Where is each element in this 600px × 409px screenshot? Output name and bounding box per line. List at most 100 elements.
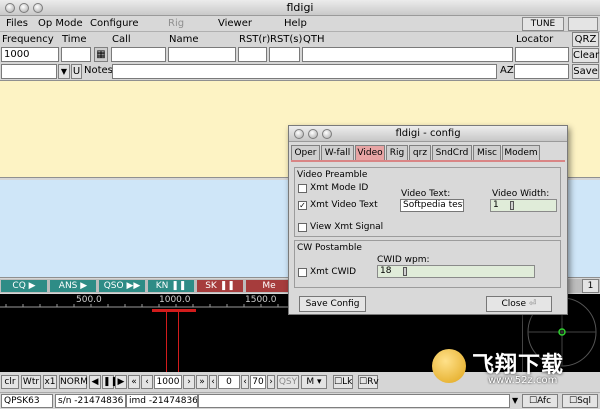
rewind-button[interactable]: ◀ (89, 375, 101, 389)
chevron-right-icon: › (269, 377, 273, 387)
frequency-field[interactable]: 1000 (1, 47, 59, 62)
call-field[interactable] (111, 47, 166, 62)
menu-files[interactable]: Files (6, 16, 28, 32)
xmt-video-text-checkbox[interactable]: ✓ (298, 201, 307, 210)
u-button[interactable]: U (71, 64, 82, 79)
tab-video[interactable]: Video (355, 145, 385, 160)
video-width-slider[interactable]: 1 (490, 199, 557, 212)
save-config-button[interactable]: Save Config (299, 296, 366, 312)
return-icon: ⏎ (528, 299, 537, 309)
double-left-icon: « (131, 377, 137, 387)
time-label: Time (62, 34, 87, 45)
time-field[interactable] (61, 47, 91, 62)
locator-field[interactable] (515, 47, 569, 62)
menu-help[interactable]: Help (284, 16, 307, 32)
dialog-close-icon[interactable] (294, 129, 304, 139)
zoom-x1-button[interactable]: x1 (43, 375, 57, 389)
offset-field[interactable]: 0 (218, 375, 240, 389)
xmt-mode-id-checkbox[interactable] (298, 184, 307, 193)
dialog-minimize-icon[interactable] (308, 129, 318, 139)
name-field[interactable] (168, 47, 236, 62)
level-field[interactable]: 70 (250, 375, 266, 389)
qth-field[interactable] (302, 47, 513, 62)
waterfall-mode-button[interactable]: Wtr (21, 375, 41, 389)
xmt-cwid-checkbox[interactable] (298, 268, 307, 277)
rst-r-field[interactable] (238, 47, 267, 62)
chevron-left-icon: ‹ (243, 377, 247, 387)
save-button[interactable]: Save (572, 64, 599, 79)
az-field[interactable] (514, 64, 569, 79)
tab-w-fall[interactable]: W-fall (321, 145, 354, 160)
macro-cq-button[interactable]: CQ ▶ (1, 280, 47, 292)
speed-norm-button[interactable]: NORM (59, 375, 88, 389)
mode-status[interactable]: QPSK63 (1, 394, 53, 408)
macro-page-button[interactable]: 1 (582, 279, 599, 293)
view-xmt-signal-checkbox[interactable] (298, 223, 307, 232)
tune-button[interactable]: TUNE (522, 17, 564, 31)
forward-button[interactable]: ▶ (115, 375, 127, 389)
afc-toggle[interactable]: ☐Afc (522, 394, 558, 408)
tab-oper[interactable]: Oper (291, 145, 320, 160)
tab-sndcrd[interactable]: SndCrd (432, 145, 472, 160)
tab-modem[interactable]: Modem (502, 145, 540, 160)
scale-label-500: 500.0 (76, 295, 102, 305)
macro-sk-button[interactable]: SK ❚❚ (197, 280, 243, 292)
frequency-label: Frequency (2, 34, 54, 45)
memory-button[interactable]: M ▾ (301, 375, 327, 389)
menu-configure[interactable]: Configure (90, 16, 138, 32)
offset-down-button[interactable]: ‹ (209, 375, 217, 389)
time-lock-button[interactable]: ▦ (94, 47, 108, 62)
cwid-wpm-value: 18 (380, 266, 392, 276)
video-width-value: 1 (493, 200, 499, 210)
notes-label: Notes (84, 65, 113, 76)
video-text-field[interactable]: Softpedia test (400, 199, 464, 212)
scale-label-1000: 1000.0 (159, 295, 191, 305)
sql-toggle[interactable]: ☐Sql (562, 394, 598, 408)
level-down-button[interactable]: ‹ (241, 375, 249, 389)
combo-dropdown-button[interactable]: ▼ (58, 64, 70, 79)
locator-label: Locator (516, 34, 554, 45)
freq-fast-down-button[interactable]: « (128, 375, 140, 389)
close-config-button[interactable]: Close ⏎ (486, 296, 552, 312)
menu-op-mode[interactable]: Op Mode (38, 16, 83, 32)
lock-toggle[interactable]: ☐Lk (333, 375, 353, 389)
notes-field[interactable] (112, 64, 497, 79)
reverse-toggle[interactable]: ☐Rv (358, 375, 379, 389)
dialog-zoom-icon[interactable] (322, 129, 332, 139)
rst-r-label: RST(r) (239, 34, 271, 45)
log-combo-field[interactable] (1, 64, 57, 79)
grid-icon: ▦ (96, 49, 106, 60)
zoom-window-icon[interactable] (33, 3, 43, 13)
freq-down-button[interactable]: ‹ (141, 375, 153, 389)
macro-me-button[interactable]: Me (246, 280, 292, 292)
xmt-cwid-label: Xmt CWID (310, 267, 357, 277)
macro-ans-button[interactable]: ANS ▶ (50, 280, 96, 292)
call-label: Call (112, 34, 131, 45)
minimize-window-icon[interactable] (19, 3, 29, 13)
squelch-level-icon: ▼ (512, 396, 519, 405)
control-bar: clr Wtr x1 NORM ◀ ❚❚ ▶ « ‹ 1000 › » ‹ 0 … (0, 373, 600, 391)
tab-rig[interactable]: Rig (386, 145, 408, 160)
qsy-button[interactable]: QSY (277, 375, 299, 389)
close-window-icon[interactable] (5, 3, 15, 13)
freq-fast-up-button[interactable]: » (196, 375, 208, 389)
level-up-button[interactable]: › (267, 375, 275, 389)
macro-kn-button[interactable]: KN ❚❚ (148, 280, 194, 292)
qrz-button[interactable]: QRZ (572, 32, 599, 47)
clear-button[interactable]: Clear (572, 48, 599, 63)
freq-up-button[interactable]: › (183, 375, 195, 389)
chevron-down-icon: ▼ (60, 67, 68, 76)
window-title: fldigi (286, 1, 314, 14)
tab-misc[interactable]: Misc (473, 145, 501, 160)
cwid-wpm-slider[interactable]: 18 (377, 265, 535, 278)
pause-button[interactable]: ❚❚ (102, 375, 118, 389)
macro-qso-button[interactable]: QSO ▶▶ (99, 280, 145, 292)
tab-qrz[interactable]: qrz (409, 145, 431, 160)
clear-waterfall-button[interactable]: clr (1, 375, 19, 389)
xmt-mode-id-label: Xmt Mode ID (310, 183, 369, 193)
menu-viewer[interactable]: Viewer (218, 16, 252, 32)
carrier-frequency-field[interactable]: 1000 (154, 375, 182, 389)
video-width-knob[interactable] (509, 201, 514, 210)
cwid-wpm-knob[interactable] (402, 267, 407, 276)
rst-s-field[interactable] (269, 47, 300, 62)
